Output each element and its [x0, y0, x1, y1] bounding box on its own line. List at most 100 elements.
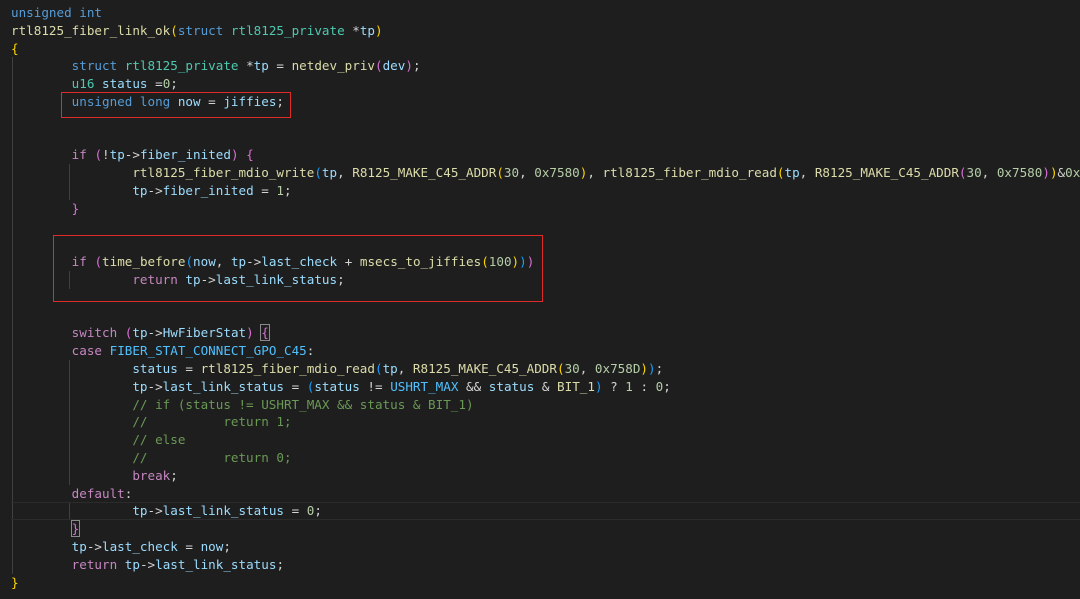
code-token: now — [200, 539, 224, 554]
code-token: status — [314, 378, 360, 394]
code-token: // return 0; — [132, 450, 292, 465]
code-token: ( — [496, 165, 504, 181]
code-token: -> — [139, 556, 156, 572]
code-token: // return 1; — [132, 414, 292, 430]
code-token: ; — [663, 378, 671, 394]
code-token: tp — [382, 361, 398, 376]
code-token: = — [284, 503, 307, 519]
code-token: last_check — [102, 539, 178, 554]
code-token: ( — [375, 58, 383, 74]
code-token: , — [799, 165, 815, 181]
code-token: return — [71, 556, 118, 572]
code-token: , — [579, 361, 595, 376]
code-token: , — [337, 165, 353, 181]
code-token: USHRT_MAX — [390, 378, 459, 394]
code-token: & — [1057, 165, 1066, 181]
code-token: ; — [170, 467, 178, 483]
code-token: = — [177, 539, 201, 554]
code-line: switch (tp->HwFiberStat) { — [11, 324, 270, 342]
code-token: , — [397, 361, 413, 376]
code-token: dev — [382, 58, 406, 74]
code-token: -> — [124, 147, 140, 163]
code-token: * — [344, 22, 360, 38]
code-line: } — [11, 520, 81, 538]
code-token: tp — [132, 378, 148, 394]
code-line: if (!tp->fiber_inited) { — [11, 146, 254, 164]
code-token: tp — [359, 22, 375, 38]
code-token: , — [981, 165, 997, 181]
code-token: R8125_MAKE_C45_ADDR — [352, 165, 497, 181]
code-token: : — [124, 485, 133, 501]
code-token: 30 — [564, 361, 580, 376]
code-token: rtl8125_private — [124, 58, 239, 74]
code-token: ( — [374, 361, 383, 376]
code-token: * — [238, 58, 254, 74]
code-token: = — [177, 361, 201, 376]
code-token: ) — [648, 361, 656, 376]
annotation-box — [53, 235, 543, 302]
code-token: ; — [276, 556, 285, 572]
code-token: tp — [132, 325, 148, 341]
code-line: // if (status != USHRT_MAX && status & B… — [11, 396, 474, 414]
code-token: ( — [170, 22, 178, 38]
code-token: break — [132, 467, 171, 483]
code-editor[interactable]: unsigned int rtl8125_fiber_link_ok(struct… — [0, 0, 1080, 599]
code-token: ; — [655, 361, 664, 376]
code-token: ; — [314, 503, 322, 519]
code-token: ) — [1042, 165, 1050, 181]
code-token: FIBER_STAT_CONNECT_GPO_C45 — [109, 343, 307, 359]
code-token: ) — [230, 147, 239, 163]
code-token: tp — [71, 539, 87, 554]
code-token: 0x7580 — [534, 165, 580, 181]
code-token: 30 — [966, 165, 982, 181]
code-token: struct — [177, 22, 224, 38]
code-line: return tp->last_link_status; — [11, 556, 284, 574]
code-line: } — [11, 200, 80, 218]
code-token: ) — [405, 58, 413, 74]
code-token: } — [11, 574, 19, 590]
code-token: status — [488, 378, 535, 394]
code-token: tp — [321, 165, 338, 181]
code-token: rtl8125_fiber_mdio_read — [602, 165, 777, 181]
code-token: ? — [602, 378, 626, 394]
annotation-box — [61, 92, 291, 118]
code-token: case — [71, 343, 103, 359]
code-token: tp — [124, 556, 140, 572]
code-token: HwFiberStat — [162, 325, 247, 341]
code-token: ) — [1049, 165, 1058, 181]
code-token: , — [587, 165, 603, 181]
code-line: struct rtl8125_private *tp = netdev_priv… — [11, 57, 421, 75]
code-line: tp->last_link_status = (status != USHRT_… — [11, 378, 671, 396]
code-token: && — [458, 378, 489, 394]
code-token: rtl8125_fiber_mdio_read — [200, 361, 375, 376]
code-token: ( — [94, 147, 103, 163]
code-token: { — [260, 324, 270, 342]
code-token: = — [268, 58, 292, 74]
code-token: if — [71, 147, 87, 163]
code-token: { — [246, 147, 254, 163]
code-token: : — [632, 378, 656, 394]
code-token: last_link_status — [162, 503, 284, 519]
code-token: 30 — [503, 165, 520, 181]
code-token: 1 — [276, 183, 285, 198]
code-token: netdev_priv — [291, 58, 375, 74]
code-line: u16 status =0; — [11, 75, 178, 93]
code-token: // if (status != USHRT_MAX && status & B… — [132, 396, 474, 412]
code-token: tp — [132, 503, 148, 519]
code-token: , — [519, 165, 535, 181]
